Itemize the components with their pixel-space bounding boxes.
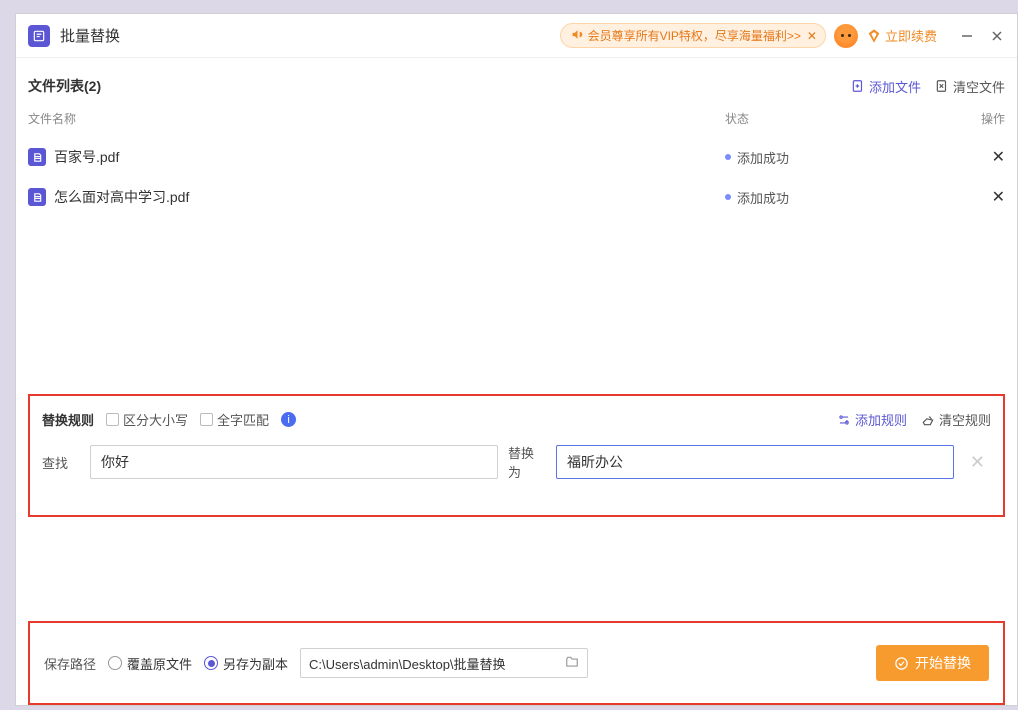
vip-banner-text: 会员尊享所有VIP特权，尽享海量福利>> (588, 27, 801, 44)
save-panel: 保存路径 覆盖原文件 另存为副本 开始替换 (28, 621, 1005, 705)
start-icon (894, 656, 909, 671)
remove-rule-icon[interactable]: ✕ (964, 452, 991, 473)
info-icon[interactable]: i (281, 412, 296, 427)
filelist-header: 文件列表(2) 添加文件 清空文件 (28, 76, 1005, 96)
rules-actions: 添加规则 清空规则 (837, 410, 991, 429)
radio-icon (204, 656, 218, 670)
checkbox-icon (200, 413, 213, 426)
whole-word-checkbox[interactable]: 全字匹配 (200, 410, 269, 429)
file-name: 怎么面对高中学习.pdf (54, 187, 725, 207)
rules-title: 替换规则 (42, 410, 94, 429)
filelist-title: 文件列表(2) (28, 76, 101, 96)
add-file-button[interactable]: 添加文件 (851, 77, 921, 96)
pdf-icon (28, 188, 46, 206)
rules-panel: 替换规则 区分大小写 全字匹配 i 添加规则 (28, 394, 1005, 517)
add-rule-button[interactable]: 添加规则 (837, 410, 907, 429)
file-status: 添加成功 (725, 188, 965, 207)
column-action: 操作 (965, 110, 1005, 127)
clear-files-label: 清空文件 (953, 77, 1005, 96)
start-replace-button[interactable]: 开始替换 (876, 645, 989, 681)
case-sensitive-label: 区分大小写 (123, 410, 188, 429)
saveas-label: 另存为副本 (223, 654, 288, 673)
filelist-actions: 添加文件 清空文件 (851, 77, 1005, 96)
titlebar: 批量替换 会员尊享所有VIP特权，尽享海量福利>> ✕ 立即续费 (16, 14, 1017, 58)
overwrite-radio[interactable]: 覆盖原文件 (108, 654, 192, 673)
file-row: 百家号.pdf 添加成功 ✕ (28, 137, 1005, 177)
status-text: 添加成功 (737, 148, 789, 167)
vip-banner[interactable]: 会员尊享所有VIP特权，尽享海量福利>> ✕ (560, 23, 826, 48)
clear-rules-label: 清空规则 (939, 410, 991, 429)
column-status: 状态 (725, 110, 965, 127)
pdf-icon (28, 148, 46, 166)
whole-word-label: 全字匹配 (217, 410, 269, 429)
status-dot-icon (725, 154, 731, 160)
find-input[interactable] (90, 445, 498, 479)
replace-label: 替换为 (508, 443, 546, 481)
content-area: 文件列表(2) 添加文件 清空文件 文件名称 状态 操作 (16, 58, 1017, 705)
add-file-label: 添加文件 (869, 77, 921, 96)
file-action: ✕ (965, 187, 1005, 207)
clear-rules-icon (921, 413, 935, 427)
replace-input[interactable] (556, 445, 954, 479)
overwrite-label: 覆盖原文件 (127, 654, 192, 673)
window-title: 批量替换 (60, 25, 120, 46)
file-name: 百家号.pdf (54, 147, 725, 167)
app-icon (28, 25, 50, 47)
path-input-wrap (300, 648, 588, 678)
renew-button[interactable]: 立即续费 (866, 26, 937, 45)
clear-files-icon (935, 79, 949, 93)
find-label: 查找 (42, 453, 80, 472)
speaker-icon (571, 28, 584, 44)
browse-folder-icon[interactable] (565, 655, 579, 672)
add-file-icon (851, 79, 865, 93)
avatar[interactable] (834, 24, 858, 48)
rules-header: 替换规则 区分大小写 全字匹配 i 添加规则 (42, 410, 991, 429)
status-dot-icon (725, 194, 731, 200)
clear-rules-button[interactable]: 清空规则 (921, 410, 991, 429)
checkbox-icon (106, 413, 119, 426)
vip-badge-icon (866, 28, 882, 44)
renew-label: 立即续费 (885, 26, 937, 45)
spacer (28, 517, 1005, 621)
column-name: 文件名称 (28, 110, 725, 127)
add-rule-label: 添加规则 (855, 410, 907, 429)
remove-file-icon[interactable]: ✕ (992, 189, 1005, 206)
file-action: ✕ (965, 147, 1005, 167)
save-path-label: 保存路径 (44, 654, 96, 673)
window-controls (959, 28, 1005, 44)
start-label: 开始替换 (915, 653, 971, 673)
radio-icon (108, 656, 122, 670)
rule-row: 查找 替换为 ✕ (42, 443, 991, 481)
saveas-radio[interactable]: 另存为副本 (204, 654, 288, 673)
case-sensitive-checkbox[interactable]: 区分大小写 (106, 410, 188, 429)
status-text: 添加成功 (737, 188, 789, 207)
clear-files-button[interactable]: 清空文件 (935, 77, 1005, 96)
file-status: 添加成功 (725, 148, 965, 167)
minimize-button[interactable] (959, 28, 975, 44)
filelist-body: 百家号.pdf 添加成功 ✕ 怎么面对高中学习.pdf 添加成功 (28, 137, 1005, 394)
remove-file-icon[interactable]: ✕ (992, 149, 1005, 166)
file-row: 怎么面对高中学习.pdf 添加成功 ✕ (28, 177, 1005, 217)
titlebar-right: 会员尊享所有VIP特权，尽享海量福利>> ✕ 立即续费 (560, 23, 1005, 48)
table-header: 文件名称 状态 操作 (28, 106, 1005, 137)
add-rule-icon (837, 413, 851, 427)
close-button[interactable] (989, 28, 1005, 44)
vip-banner-close-icon[interactable]: ✕ (807, 29, 817, 43)
path-input[interactable] (309, 656, 565, 671)
batch-replace-window: 批量替换 会员尊享所有VIP特权，尽享海量福利>> ✕ 立即续费 (15, 13, 1018, 706)
